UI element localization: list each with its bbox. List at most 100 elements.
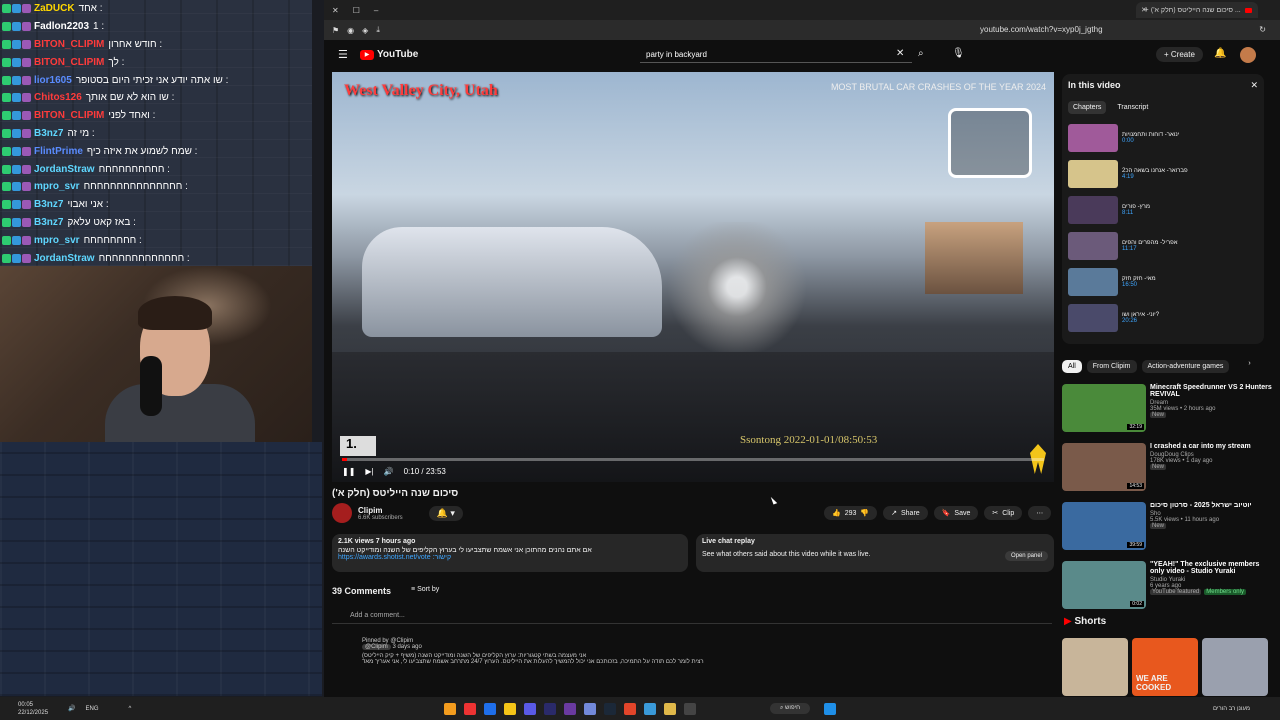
- recommendation-item[interactable]: 39:59 יוטיוב ישראל 2025 - סרטון סיכום Sho 5…: [1062, 502, 1272, 562]
- folder-icon[interactable]: [664, 702, 676, 715]
- chat-username[interactable]: B3nz7: [34, 199, 63, 210]
- subscribe-bell-button[interactable]: 🔔 ▾: [428, 505, 463, 521]
- thumbs-down-icon[interactable]: 👎: [860, 509, 869, 517]
- save-button[interactable]: 🔖 Save: [933, 506, 979, 520]
- extension-icon[interactable]: ⚑: [332, 26, 339, 35]
- close-icon[interactable]: ✕: [1250, 80, 1258, 91]
- search-input[interactable]: party in backyard: [640, 47, 912, 63]
- app-icon[interactable]: [544, 702, 556, 715]
- chat-username[interactable]: JordanStraw: [34, 253, 95, 264]
- active-tab[interactable]: ✕ סיכום שנה הייליטס (חלק א') ...: [1136, 2, 1258, 18]
- speaker-icon[interactable]: 🔊: [68, 705, 75, 712]
- chapter-time[interactable]: 4:19: [1122, 174, 1188, 180]
- extension-icon[interactable]: ◉: [347, 26, 354, 35]
- close-icon[interactable]: ✕: [332, 6, 339, 15]
- chapter-item[interactable]: מרץ- פורים 8:11: [1068, 192, 1258, 228]
- menu-icon[interactable]: ☰: [338, 48, 348, 61]
- chapter-time[interactable]: 20:26: [1122, 318, 1159, 324]
- volume-icon[interactable]: 🔊: [384, 467, 394, 476]
- sort-button[interactable]: ≡ Sort by: [411, 586, 439, 596]
- short-thumbnail[interactable]: [1202, 638, 1268, 696]
- description-box[interactable]: 2.1K views 7 hours ago אם אתם נהנים מהתו…: [332, 534, 688, 572]
- recommendation-item[interactable]: 14:53 I crashed a car into my stream DougD…: [1062, 443, 1272, 503]
- chapter-time[interactable]: 11:17: [1122, 246, 1178, 252]
- chapter-item[interactable]: מאי- חזק חזק 16:50: [1068, 264, 1258, 300]
- reload-icon[interactable]: ↻: [1259, 25, 1266, 34]
- app-icon[interactable]: [524, 702, 536, 715]
- url-field[interactable]: youtube.com/watch?v=xyp0j_jgthg: [980, 25, 1103, 34]
- microphone-icon[interactable]: 🎙: [952, 48, 965, 59]
- video-player[interactable]: West Valley City, Utah MOST BRUTAL CAR C…: [332, 72, 1054, 482]
- app-icon[interactable]: [464, 702, 476, 715]
- short-thumbnail[interactable]: [1062, 638, 1128, 696]
- chat-username[interactable]: B3nz7: [34, 128, 63, 139]
- chapter-item[interactable]: יוני- איראן ושו? 20:26: [1068, 300, 1258, 336]
- chapter-time[interactable]: 8:11: [1122, 210, 1150, 216]
- more-button[interactable]: ⋯: [1028, 506, 1052, 520]
- clear-search-icon[interactable]: ✕: [896, 48, 904, 59]
- app-icon[interactable]: [684, 702, 696, 715]
- chevron-up-icon[interactable]: ^: [129, 706, 132, 712]
- steam-icon[interactable]: [604, 702, 616, 715]
- discord-icon[interactable]: [584, 702, 596, 715]
- square-icon[interactable]: ☐: [353, 6, 360, 15]
- app-icon[interactable]: [564, 702, 576, 715]
- chat-username[interactable]: JordanStraw: [34, 164, 95, 175]
- chip-from-clipim[interactable]: From Clipim: [1086, 360, 1137, 373]
- channel-name[interactable]: Clipim: [358, 506, 403, 515]
- create-button[interactable]: + Create: [1156, 47, 1203, 62]
- chat-username[interactable]: ZaDUCK: [34, 3, 75, 14]
- like-button[interactable]: 👍 293 👎: [824, 506, 878, 520]
- chapter-item[interactable]: פברואר- אנחנו בשאה הכ2 4:19: [1068, 156, 1258, 192]
- recommendation-item[interactable]: 32:19 Minecraft Speedrunner VS 2 Hunters …: [1062, 384, 1272, 444]
- extension-icon[interactable]: ◈: [362, 26, 368, 35]
- chat-username[interactable]: mpro_svr: [34, 235, 80, 246]
- chapter-item[interactable]: אפריל- מהפרים והפים 11:17: [1068, 228, 1258, 264]
- add-comment-input[interactable]: Add a comment...: [332, 610, 1052, 624]
- chat-username[interactable]: B3nz7: [34, 217, 63, 228]
- open-panel-button[interactable]: Open panel: [1004, 551, 1048, 561]
- chevron-right-icon[interactable]: ›: [1248, 360, 1250, 373]
- chat-username[interactable]: FlintPrime: [34, 146, 83, 157]
- search-icon[interactable]: ⌕: [918, 48, 924, 59]
- chat-username[interactable]: BITON_CLIPIM: [34, 39, 104, 50]
- chip-all[interactable]: All: [1062, 360, 1082, 373]
- app-icon[interactable]: [444, 702, 456, 715]
- short-thumbnail[interactable]: WE ARE COOKED: [1132, 638, 1198, 696]
- avatar[interactable]: [1240, 47, 1256, 63]
- badge-icons: [2, 217, 31, 227]
- chapter-time[interactable]: 0:00: [1122, 138, 1179, 144]
- minimize-icon[interactable]: –: [374, 6, 378, 15]
- recommendation-item[interactable]: 0:02 "YEAH!" The exclusive members only v…: [1062, 561, 1272, 621]
- chat-username[interactable]: BITON_CLIPIM: [34, 110, 104, 121]
- notifications-icon[interactable]: 🔔: [1214, 48, 1226, 59]
- tab-transcript[interactable]: Transcript: [1112, 101, 1153, 114]
- youtube-logo[interactable]: ▶ YouTube: [360, 49, 418, 60]
- channel-avatar[interactable]: [332, 503, 352, 523]
- search-box[interactable]: ⌕ חיפוש: [770, 703, 811, 714]
- chat-username[interactable]: Chitos126: [34, 92, 82, 103]
- clip-button[interactable]: ✂ Clip: [984, 506, 1023, 520]
- app-icon[interactable]: [484, 702, 496, 715]
- pause-icon[interactable]: ❚❚: [342, 467, 355, 476]
- chat-username[interactable]: BITON_CLIPIM: [34, 57, 104, 68]
- download-icon[interactable]: ⤓: [376, 25, 380, 35]
- windows-start-icon[interactable]: [824, 702, 836, 715]
- chapter-time[interactable]: 16:50: [1122, 282, 1156, 288]
- language-indicator[interactable]: ENG: [86, 706, 99, 712]
- app-icon[interactable]: [504, 702, 516, 715]
- chip-action-adventure[interactable]: Action-adventure games: [1141, 360, 1230, 373]
- brave-icon[interactable]: [624, 702, 636, 715]
- next-icon[interactable]: ▶|: [365, 467, 373, 476]
- chat-username[interactable]: mpro_svr: [34, 181, 80, 192]
- shorts-icon: ▶: [1064, 616, 1072, 627]
- pinned-user[interactable]: @Clipim: [362, 644, 391, 650]
- new-tab-icon[interactable]: +: [1144, 5, 1149, 14]
- tab-chapters[interactable]: Chapters: [1068, 101, 1107, 114]
- chat-username[interactable]: lior1605: [34, 75, 72, 86]
- share-button[interactable]: ↗ Share: [883, 506, 928, 520]
- app-icon[interactable]: [644, 702, 656, 715]
- chapter-item[interactable]: ינואר- דוחות ותחמנויות 0:00: [1068, 120, 1258, 156]
- chat-username[interactable]: Fadlon2203: [34, 21, 89, 32]
- vote-link[interactable]: https://awards.shotist.net/vote :קישור: [338, 554, 682, 561]
